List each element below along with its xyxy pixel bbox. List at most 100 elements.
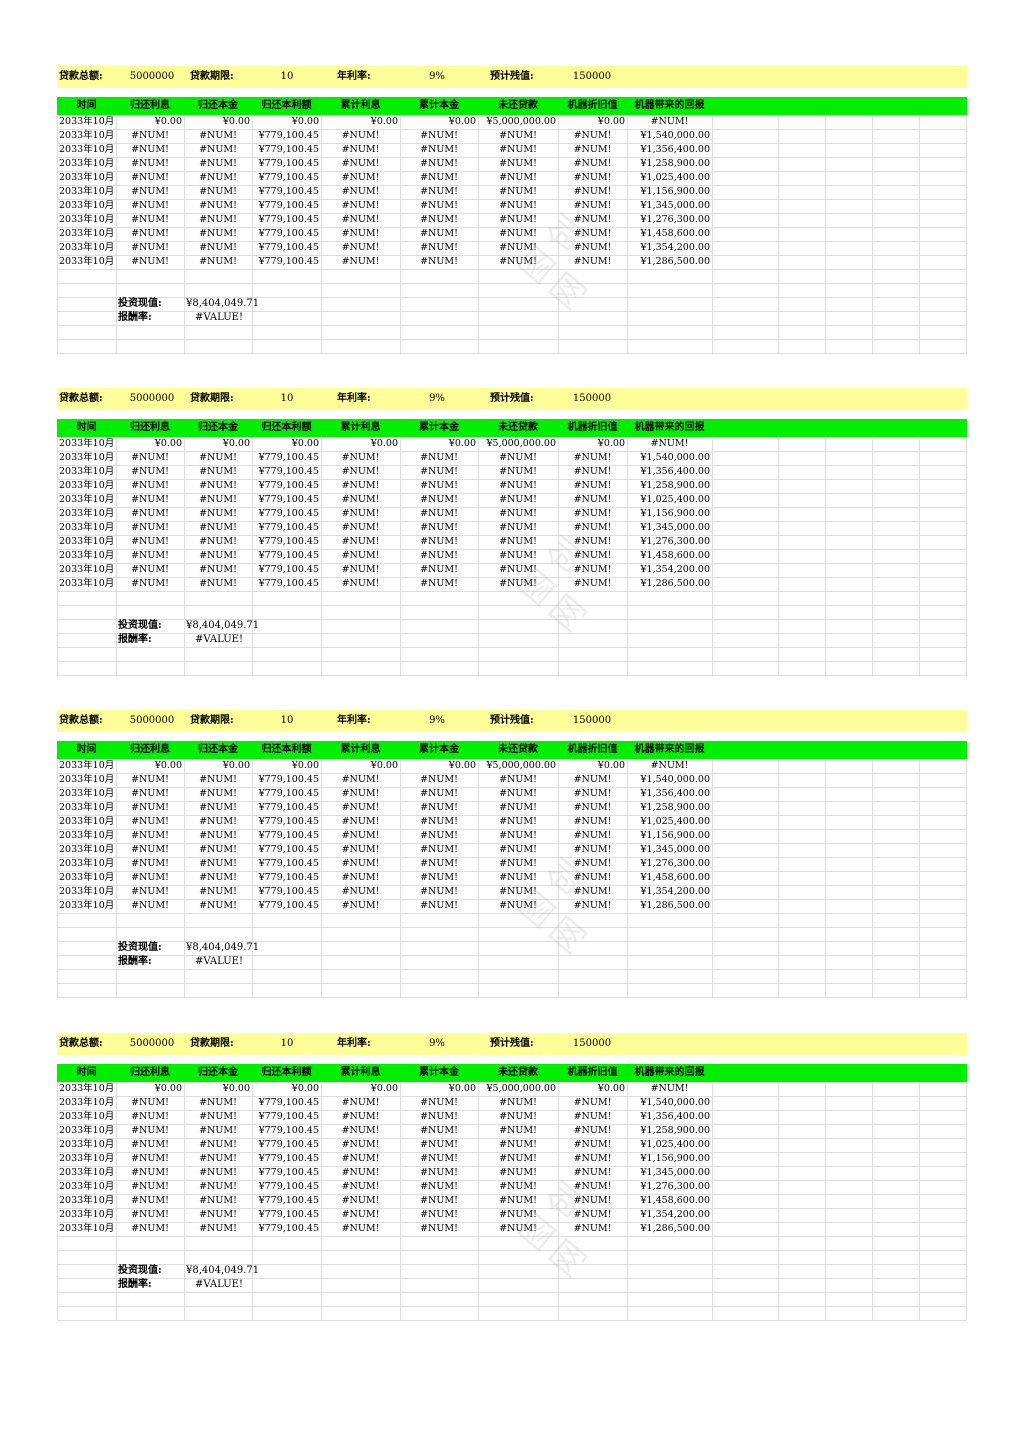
table-cell: #NUM! bbox=[131, 452, 169, 463]
gridline-horizontal bbox=[57, 353, 967, 354]
gridline-vertical bbox=[321, 1082, 322, 1321]
table-cell: ¥1,156,900.00 bbox=[640, 1153, 710, 1164]
table-cell: 2033年10月 bbox=[59, 1153, 115, 1164]
interest-rate-label: 年利率: bbox=[337, 1038, 371, 1049]
table-cell: ¥0.00 bbox=[597, 760, 625, 771]
table-cell: #NUM! bbox=[341, 158, 380, 169]
table-cell: #NUM! bbox=[341, 186, 380, 197]
table-cell: ¥779,100.45 bbox=[258, 900, 319, 911]
table-cell: #NUM! bbox=[199, 1167, 237, 1178]
interest-rate-label: 年利率: bbox=[337, 71, 371, 82]
table-cell: ¥1,276,300.00 bbox=[640, 1181, 710, 1192]
table-cell: #NUM! bbox=[420, 214, 458, 225]
table-cell: #NUM! bbox=[499, 242, 537, 253]
table-cell: #NUM! bbox=[341, 1209, 380, 1220]
table-cell: #NUM! bbox=[573, 172, 612, 183]
gridline-horizontal bbox=[57, 1320, 967, 1321]
table-cell: #NUM! bbox=[420, 1195, 458, 1206]
gridline-vertical bbox=[558, 115, 559, 354]
present-value-label: 投资现值: bbox=[118, 298, 162, 309]
table-cell: #NUM! bbox=[573, 872, 612, 883]
gridline-vertical bbox=[919, 437, 920, 676]
table-cell: #NUM! bbox=[341, 1111, 380, 1122]
table-cell: ¥779,100.45 bbox=[258, 1111, 319, 1122]
table-cell: #NUM! bbox=[131, 816, 169, 827]
table-cell: #NUM! bbox=[341, 508, 380, 519]
table-cell: #NUM! bbox=[341, 144, 380, 155]
table-cell: #NUM! bbox=[199, 788, 237, 799]
table-cell: #NUM! bbox=[420, 1181, 458, 1192]
table-cell: #NUM! bbox=[131, 844, 169, 855]
table-cell: #NUM! bbox=[573, 802, 612, 813]
table-cell: 2033年10月 bbox=[59, 550, 115, 561]
table-cell: ¥779,100.45 bbox=[258, 1167, 319, 1178]
table-cell: #NUM! bbox=[499, 200, 537, 211]
gridline-vertical bbox=[116, 437, 117, 676]
table-cell: #NUM! bbox=[420, 242, 458, 253]
table-cell: ¥1,276,300.00 bbox=[640, 214, 710, 225]
table-cell: ¥779,100.45 bbox=[258, 228, 319, 239]
table-cell: #NUM! bbox=[573, 858, 612, 869]
table-cell: #NUM! bbox=[420, 774, 458, 785]
column-header: 归还利息 bbox=[130, 422, 170, 433]
table-cell: #NUM! bbox=[131, 900, 169, 911]
loan-table-block: 贷款总额: 5000000 贷款期限: 10 年利率: 9% 预计残值: 150000 时间 归还… bbox=[57, 66, 967, 354]
table-cell: ¥0.00 bbox=[291, 438, 319, 449]
table-cell: #NUM! bbox=[499, 830, 537, 841]
table-cell: #NUM! bbox=[199, 872, 237, 883]
present-value-value: ¥8,404,049.71 bbox=[186, 942, 260, 953]
table-cell: #NUM! bbox=[420, 550, 458, 561]
gridline-horizontal bbox=[57, 661, 967, 662]
gridline-vertical bbox=[712, 437, 713, 676]
column-header: 时间 bbox=[76, 1067, 97, 1078]
interest-rate-value: 9% bbox=[429, 715, 445, 726]
column-header: 未还贷款 bbox=[498, 422, 538, 433]
present-value-label: 投资现值: bbox=[118, 620, 162, 631]
gridline-vertical bbox=[966, 759, 967, 998]
table-cell: #NUM! bbox=[131, 494, 169, 505]
table-cell: #NUM! bbox=[131, 1139, 169, 1150]
table-cell: #NUM! bbox=[199, 508, 237, 519]
loan-total-label: 贷款总额: bbox=[59, 71, 103, 82]
table-cell: ¥779,100.45 bbox=[258, 466, 319, 477]
table-cell: #NUM! bbox=[341, 228, 380, 239]
loan-term-label: 贷款期限: bbox=[190, 393, 234, 404]
table-cell: #NUM! bbox=[341, 172, 380, 183]
table-cell: #NUM! bbox=[420, 466, 458, 477]
table-cell: #NUM! bbox=[420, 1097, 458, 1108]
table-cell: ¥1,356,400.00 bbox=[640, 1111, 710, 1122]
gridline-vertical bbox=[919, 115, 920, 354]
table-cell: #NUM! bbox=[420, 536, 458, 547]
table-cell: #NUM! bbox=[573, 844, 612, 855]
column-header: 归还利息 bbox=[130, 744, 170, 755]
table-cell: ¥779,100.45 bbox=[258, 1125, 319, 1136]
table-cell: #NUM! bbox=[131, 200, 169, 211]
loan-term-value: 10 bbox=[280, 71, 294, 82]
table-cell: #NUM! bbox=[131, 256, 169, 267]
present-value-label: 投资现值: bbox=[118, 1265, 162, 1276]
gridline-horizontal bbox=[57, 591, 967, 592]
present-value-value: ¥8,404,049.71 bbox=[186, 1265, 260, 1276]
table-cell: #NUM! bbox=[341, 564, 380, 575]
gridline-horizontal bbox=[57, 325, 967, 326]
table-cell: ¥779,100.45 bbox=[258, 522, 319, 533]
loan-term-value: 10 bbox=[280, 393, 294, 404]
table-cell: #NUM! bbox=[420, 452, 458, 463]
table-cell: ¥779,100.45 bbox=[258, 1209, 319, 1220]
table-cell: ¥779,100.45 bbox=[258, 144, 319, 155]
table-cell: #NUM! bbox=[131, 1153, 169, 1164]
data-grid: 2033年10月 ¥0.00 ¥0.00 ¥0.00 ¥0.00 ¥0.00 ¥5,000,… bbox=[57, 1082, 967, 1321]
table-cell: ¥1,345,000.00 bbox=[640, 1167, 710, 1178]
present-value-value: ¥8,404,049.71 bbox=[186, 298, 260, 309]
table-cell: #NUM! bbox=[499, 844, 537, 855]
table-cell: #NUM! bbox=[499, 1125, 537, 1136]
table-cell: #NUM! bbox=[131, 508, 169, 519]
gridline-horizontal bbox=[57, 283, 967, 284]
table-cell: 2033年10月 bbox=[59, 788, 115, 799]
table-cell: ¥0.00 bbox=[154, 1083, 182, 1094]
table-cell: #NUM! bbox=[341, 466, 380, 477]
table-cell: ¥779,100.45 bbox=[258, 578, 319, 589]
table-cell: #NUM! bbox=[573, 214, 612, 225]
table-cell: #NUM! bbox=[573, 466, 612, 477]
table-cell: ¥0.00 bbox=[370, 116, 398, 127]
